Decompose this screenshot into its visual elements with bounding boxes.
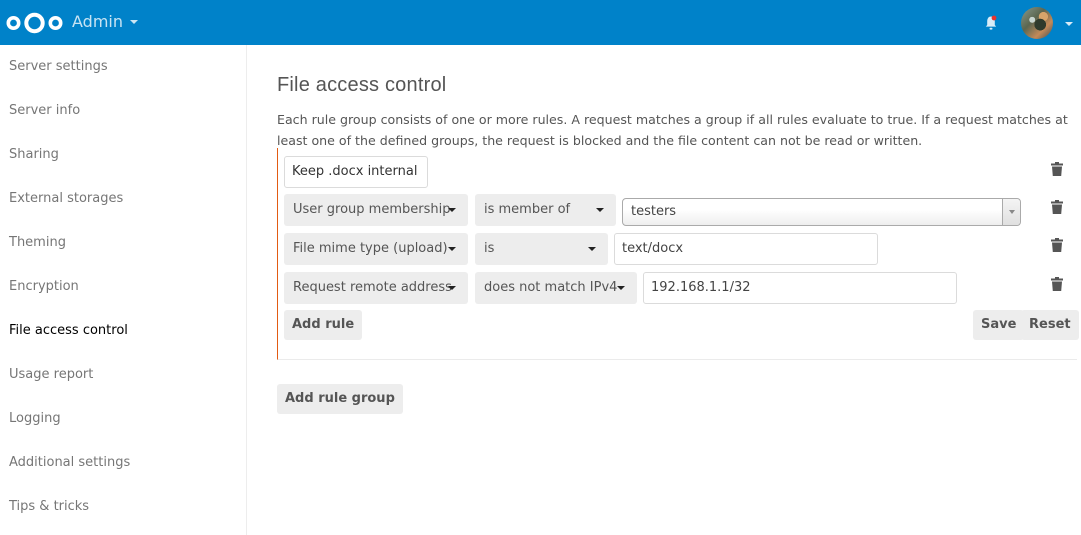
rule-2-operator-label: is (484, 241, 495, 256)
section-description: Each rule group consists of one or more … (277, 112, 1068, 148)
sidebar-item-file-access-control[interactable]: File access control (0, 309, 246, 353)
sidebar-item-theming[interactable]: Theming (0, 221, 246, 265)
combobox-arrow-icon (1002, 199, 1020, 225)
rule-1-group-combobox[interactable]: testers (622, 198, 1021, 226)
sidebar-item-logging[interactable]: Logging (0, 397, 246, 441)
reset-button[interactable]: Reset (1021, 310, 1079, 340)
sidebar-item-server-info[interactable]: Server info (0, 89, 246, 133)
rule-1-operator-label: is member of (484, 202, 571, 217)
add-rule-button[interactable]: Add rule (284, 310, 363, 340)
user-menu-chevron-icon[interactable] (1065, 22, 1073, 26)
sidebar-item-tips-tricks[interactable]: Tips & tricks (0, 485, 246, 529)
add-rule-group-button[interactable]: Add rule group (277, 384, 403, 414)
rule-1-operator-select[interactable]: is member of (475, 194, 616, 226)
rule-3-check-label: Request remote address (293, 280, 452, 295)
rule-2-check-label: File mime type (upload) (293, 241, 448, 256)
nextcloud-logo-icon[interactable] (6, 11, 63, 35)
user-avatar[interactable] (1021, 7, 1053, 39)
notifications-bell-icon[interactable] (985, 15, 997, 31)
chevron-down-icon (596, 208, 604, 212)
chevron-down-icon (617, 286, 625, 290)
rule-3-operator-select[interactable]: does not match IPv4 (475, 272, 637, 304)
page-title: File access control (277, 74, 447, 96)
delete-rule-group-icon[interactable] (1051, 162, 1063, 176)
sidebar-item-additional-settings[interactable]: Additional settings (0, 441, 246, 485)
app-menu-button[interactable]: Admin (72, 12, 138, 31)
sidebar-item-sharing[interactable]: Sharing (0, 133, 246, 177)
rule-3-check-select[interactable]: Request remote address (284, 272, 468, 304)
rule-2-value-input[interactable]: text/docx (614, 233, 878, 265)
rule-1-check-select[interactable]: User group membership (284, 194, 468, 226)
sidebar-item-external-storages[interactable]: External storages (0, 177, 246, 221)
rule-2-operator-select[interactable]: is (475, 233, 608, 265)
rule-group-name-input[interactable]: Keep .docx internal (284, 156, 428, 188)
chevron-down-icon (448, 247, 456, 251)
chevron-down-icon (448, 286, 456, 290)
rule-2-check-select[interactable]: File mime type (upload) (284, 233, 468, 265)
delete-rule-1-icon[interactable] (1051, 200, 1063, 214)
rule-group: Keep .docx internal User group membershi… (277, 148, 1079, 360)
delete-rule-3-icon[interactable] (1051, 277, 1063, 291)
app-name: Admin (72, 12, 123, 31)
rule-3-operator-label: does not match IPv4 (484, 280, 618, 295)
chevron-down-icon (588, 247, 596, 251)
save-button[interactable]: Save (973, 310, 1025, 340)
chevron-down-icon (130, 19, 138, 24)
sidebar-item-usage-report[interactable]: Usage report (0, 353, 246, 397)
rule-3-value-input[interactable]: 192.168.1.1/32 (643, 272, 957, 304)
top-header: Admin (0, 0, 1081, 45)
rule-1-value: testers (631, 204, 677, 219)
sidebar-item-server-settings[interactable]: Server settings (0, 45, 246, 89)
settings-sidebar: Server settings Server info Sharing Exte… (0, 45, 247, 535)
rule-1-check-label: User group membership (293, 202, 451, 217)
chevron-down-icon (448, 208, 456, 212)
delete-rule-2-icon[interactable] (1051, 238, 1063, 252)
sidebar-item-encryption[interactable]: Encryption (0, 265, 246, 309)
